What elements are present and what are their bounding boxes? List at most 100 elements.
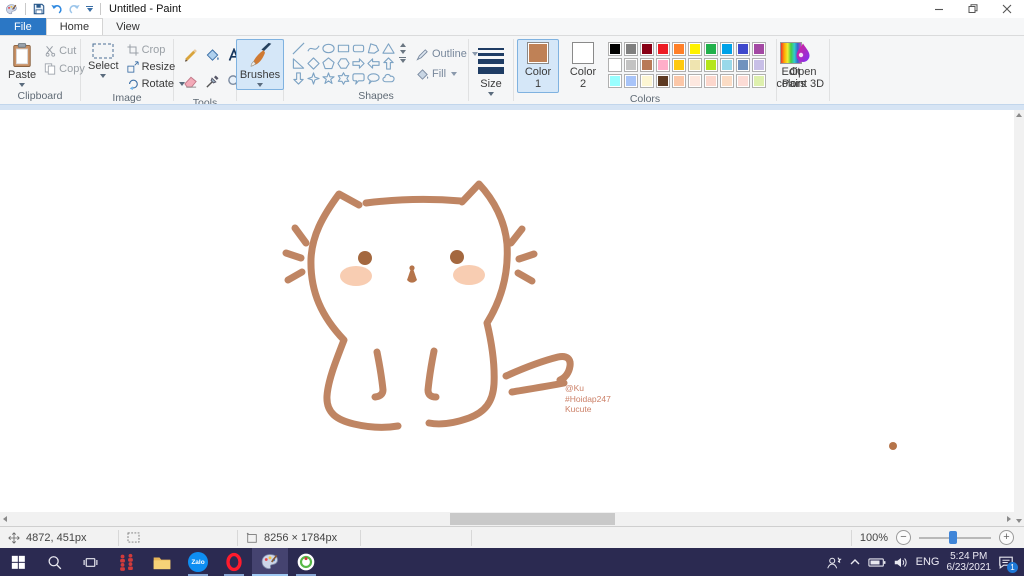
shape-curve[interactable] [306,41,321,56]
tab-view[interactable]: View [103,18,153,35]
open-paint3d-button[interactable]: Open Paint 3D [777,39,829,93]
shape-star-6[interactable] [336,71,351,86]
palette-color-fff200[interactable] [688,42,702,56]
color-picker-tool[interactable] [202,69,222,93]
paint-app-button[interactable] [252,548,288,576]
shape-arrow-right[interactable] [351,56,366,71]
shape-triangle[interactable] [381,41,396,56]
people-app-icon[interactable] [108,548,144,576]
palette-color-99ffff[interactable] [608,74,622,88]
shape-pentagon[interactable] [321,56,336,71]
palette-color-fde8e0[interactable] [688,74,702,88]
palette-color-ffc90e[interactable] [672,58,686,72]
palette-color-3f48cc[interactable] [736,42,750,56]
undo-button[interactable] [50,3,63,15]
shape-right-triangle[interactable] [291,56,306,71]
opera-app-button[interactable] [216,548,252,576]
palette-color-a349a4[interactable] [752,42,766,56]
shape-diamond[interactable] [306,56,321,71]
file-explorer-button[interactable] [144,548,180,576]
paste-button[interactable]: Paste [4,39,40,90]
language-indicator[interactable]: ENG [916,556,940,568]
shape-arrow-up[interactable] [381,56,396,71]
coccoc-app-button[interactable] [288,548,324,576]
palette-color-ffffff[interactable] [608,58,622,72]
palette-color-000000[interactable] [608,42,622,56]
palette-color-22b14c[interactable] [704,42,718,56]
palette-color-7092be[interactable] [736,58,750,72]
shape-callout-rounded[interactable] [351,71,366,86]
eraser-tool[interactable] [180,69,200,93]
shape-hexagon[interactable] [336,56,351,71]
shape-ellipse[interactable] [321,41,336,56]
zoom-in-button[interactable]: + [999,530,1014,545]
palette-color-fbc7a8[interactable] [672,74,686,88]
palette-color-7f7f7f[interactable] [624,42,638,56]
hidden-icons-chevron[interactable] [849,557,861,567]
shape-callout-oval[interactable] [366,71,381,86]
people-tray-icon[interactable] [826,555,842,570]
minimize-button[interactable] [922,0,956,18]
shape-callout-cloud[interactable] [381,71,396,86]
save-button[interactable] [33,3,45,15]
customize-toolbar-dropdown[interactable] [86,6,93,12]
scroll-right-arrow[interactable] [1004,516,1014,522]
pencil-tool[interactable] [180,43,200,67]
palette-color-c3c3c3[interactable] [624,58,638,72]
palette-color-fdf6d3[interactable] [640,74,654,88]
vertical-scrollbar[interactable] [1014,110,1024,526]
zoom-out-button[interactable]: − [896,530,911,545]
palette-color-fcd7cd[interactable] [704,74,718,88]
shapes-scroll-down[interactable] [399,50,406,54]
redo-button[interactable] [68,3,81,15]
palette-color-def0ae[interactable] [752,74,766,88]
tab-home[interactable]: Home [45,18,104,35]
scroll-up-arrow[interactable] [1016,113,1022,117]
shape-star-4[interactable] [306,71,321,86]
shape-arrow-down[interactable] [291,71,306,86]
palette-color-ffaec9[interactable] [656,58,670,72]
start-button[interactable] [0,548,36,576]
shape-rounded-rectangle[interactable] [351,41,366,56]
shape-star-5[interactable] [321,71,336,86]
palette-color-c8bfe7[interactable] [752,58,766,72]
palette-color-b5e61d[interactable] [704,58,718,72]
shape-line[interactable] [291,41,306,56]
palette-color-a8c4f8[interactable] [624,74,638,88]
color2-button[interactable]: Color 2 [562,39,604,93]
palette-color-ff7f27[interactable] [672,42,686,56]
palette-color-880015[interactable] [640,42,654,56]
palette-color-00a2e8[interactable] [720,42,734,56]
horizontal-scroll-thumb[interactable] [450,513,615,525]
scroll-down-arrow[interactable] [1016,519,1022,523]
drawing-canvas[interactable]: @Ku #Hoidap247 Kucute [0,110,1014,512]
brushes-button[interactable]: Brushes [235,39,285,90]
fill-tool[interactable] [202,43,222,67]
restore-button[interactable] [956,0,990,18]
shape-rectangle[interactable] [336,41,351,56]
action-center-button[interactable]: 1 [998,555,1018,573]
speaker-icon[interactable] [893,556,909,569]
palette-color-efe4b0[interactable] [688,58,702,72]
tab-file[interactable]: File [0,18,46,35]
palette-color-b97a57[interactable] [640,58,654,72]
size-button[interactable]: Size [474,39,508,99]
task-view-button[interactable] [72,548,108,576]
battery-icon[interactable] [868,557,886,568]
palette-color-fbdcc5[interactable] [720,74,734,88]
shapes-more-button[interactable] [399,57,406,63]
shapes-scroll-up[interactable] [399,43,406,47]
clock[interactable]: 5:24 PM 6/23/2021 [947,551,992,573]
zalo-app-button[interactable]: Zalo [180,548,216,576]
close-button[interactable] [990,0,1024,18]
shape-polygon[interactable] [366,41,381,56]
select-button[interactable]: Select [84,39,123,81]
palette-color-5d3a22[interactable] [656,74,670,88]
zoom-slider-handle[interactable] [949,530,957,544]
palette-color-fcdcd6[interactable] [736,74,750,88]
search-button[interactable] [36,548,72,576]
palette-color-ed1c24[interactable] [656,42,670,56]
zoom-slider[interactable] [919,530,991,544]
palette-color-99d9ea[interactable] [720,58,734,72]
color1-button[interactable]: Color 1 [517,39,559,93]
